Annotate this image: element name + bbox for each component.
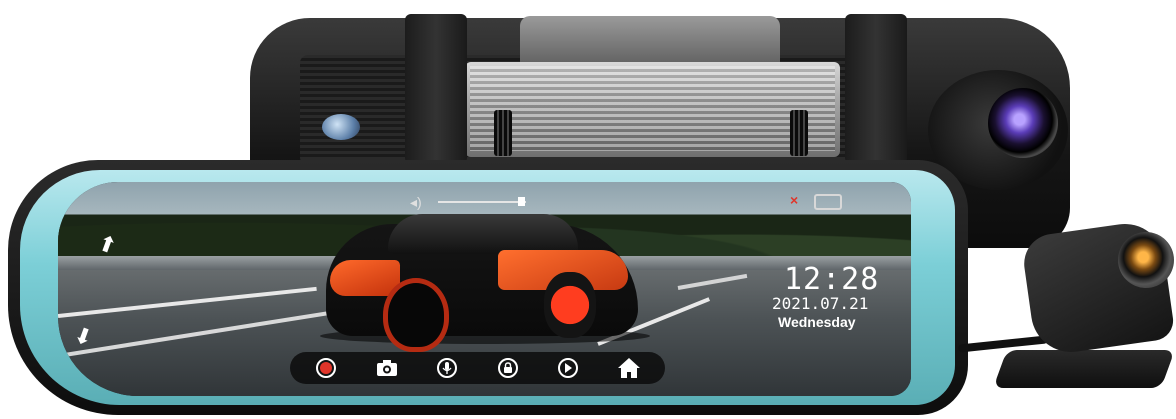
record-button[interactable] — [313, 355, 339, 381]
microphone-button[interactable] — [434, 355, 460, 381]
car-grille — [383, 278, 449, 352]
strap-right — [845, 14, 907, 164]
microphone-icon — [437, 358, 458, 378]
dashcam-screen[interactable]: ◂) × 12:28 2021.07.21 Wednesday ⬆ ⬇ — [58, 182, 911, 396]
vent-left — [494, 110, 512, 156]
front-camera-lens — [988, 88, 1058, 158]
camera-icon — [376, 360, 397, 376]
hologram-sticker — [322, 114, 360, 140]
control-toolbar — [290, 352, 665, 384]
play-icon — [558, 358, 579, 378]
date-display: 2021.07.21 — [772, 294, 869, 313]
lock-button[interactable] — [495, 355, 521, 381]
record-icon — [316, 358, 337, 378]
home-button[interactable] — [616, 355, 642, 381]
sd-error-icon: × — [790, 192, 799, 208]
rear-camera-lens — [1118, 232, 1174, 288]
volume-slider[interactable] — [438, 201, 526, 203]
lock-icon — [497, 358, 518, 378]
sd-card-icon — [814, 194, 842, 210]
car-windshield — [388, 214, 578, 254]
clock-display: 12:28 — [784, 262, 880, 297]
home-icon — [617, 358, 640, 378]
playback-button[interactable] — [555, 355, 581, 381]
weekday-display: Wednesday — [778, 314, 856, 330]
rear-camera-mount — [993, 350, 1175, 388]
record-dot — [320, 362, 333, 374]
car-wheel — [544, 272, 596, 338]
speaker-icon[interactable]: ◂) — [410, 194, 422, 211]
strap-left — [405, 14, 467, 164]
volume-slider-handle[interactable] — [518, 197, 526, 206]
vent-right — [790, 110, 808, 156]
top-mount-bracket — [520, 16, 780, 68]
housing-light-slats — [470, 66, 835, 151]
camera-button[interactable] — [374, 355, 400, 381]
